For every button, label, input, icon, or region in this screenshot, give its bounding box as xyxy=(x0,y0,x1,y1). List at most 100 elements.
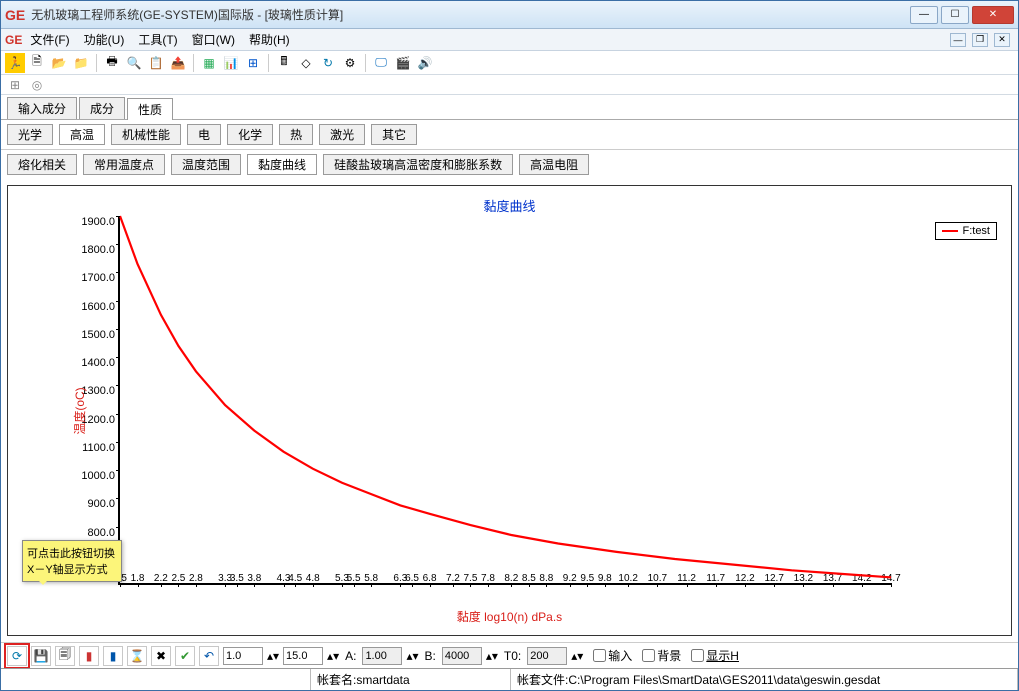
tab-mechanical[interactable]: 机械性能 xyxy=(111,124,181,145)
run-icon[interactable]: 🏃 xyxy=(5,53,25,73)
field-a-stepper[interactable]: ▴▾ xyxy=(406,649,418,663)
x-axis-label: 黏度 log10(n) dPa.s xyxy=(8,608,1011,625)
viscosity-line xyxy=(120,216,891,583)
field-b-stepper[interactable]: ▴▾ xyxy=(486,649,498,663)
menu-function[interactable]: 功能(U) xyxy=(84,31,125,48)
mdi-restore-button[interactable]: ❐ xyxy=(972,33,988,47)
grid-icon[interactable]: ▦ xyxy=(199,53,219,73)
y-tick: 1800.0 xyxy=(81,244,115,256)
tab-optical[interactable]: 光学 xyxy=(7,124,53,145)
chart-icon[interactable]: 📊 xyxy=(221,53,241,73)
field-t0-stepper[interactable]: ▴▾ xyxy=(571,649,583,663)
spin-max[interactable] xyxy=(283,647,323,665)
menubar-logo-icon: GE xyxy=(5,33,22,47)
spin-min-stepper[interactable]: ▴▾ xyxy=(267,649,279,663)
sound-icon[interactable]: 🔊 xyxy=(415,53,435,73)
plot-axes: 700.0800.0900.01000.01100.01200.01300.01… xyxy=(118,216,891,585)
label-b: B: xyxy=(424,649,435,663)
app-window: GE 无机玻璃工程师系统(GE-SYSTEM)国际版 - [玻璃性质计算] — … xyxy=(0,0,1019,691)
app-logo-icon: GE xyxy=(5,7,25,23)
mdi-close-button[interactable]: ✕ xyxy=(994,33,1010,47)
status-empty xyxy=(1,669,311,690)
tab-electric[interactable]: 电 xyxy=(187,124,221,145)
legend: F:test xyxy=(935,222,997,240)
checkbox-show[interactable]: 显示H xyxy=(691,647,739,664)
tab-laser[interactable]: 激光 xyxy=(319,124,365,145)
undo-icon[interactable]: ↶ xyxy=(199,646,219,666)
menu-file[interactable]: 文件(F) xyxy=(30,31,69,48)
copy-icon[interactable]: 🗐 xyxy=(55,646,75,666)
statusbar: 帐套名:smartdata 帐套文件:C:\Program Files\Smar… xyxy=(1,668,1018,690)
tab-high-temp[interactable]: 高温 xyxy=(59,124,105,145)
field-a[interactable] xyxy=(362,647,402,665)
export-icon[interactable]: 📤 xyxy=(168,53,188,73)
menu-help[interactable]: 帮助(H) xyxy=(249,31,290,48)
open-icon[interactable]: 📂 xyxy=(49,53,69,73)
folder-icon[interactable]: 📁 xyxy=(71,53,91,73)
swap-axes-button[interactable]: ⟳ xyxy=(7,646,27,666)
table-icon[interactable]: ⊞ xyxy=(243,53,263,73)
menu-window[interactable]: 窗口(W) xyxy=(192,31,235,48)
spin-max-stepper[interactable]: ▴▾ xyxy=(327,649,339,663)
legend-label: F:test xyxy=(962,225,990,237)
menubar: GE 文件(F) 功能(U) 工具(T) 窗口(W) 帮助(H) — ❐ ✕ xyxy=(1,29,1018,51)
mdi-minimize-button[interactable]: — xyxy=(950,33,966,47)
periodic-icon[interactable]: ⊞ xyxy=(5,75,25,95)
y-tick: 1500.0 xyxy=(81,329,115,341)
tab-composition[interactable]: 成分 xyxy=(79,97,125,119)
toolbar-secondary: ⊞ ◎ xyxy=(1,75,1018,95)
tab-common-temp[interactable]: 常用温度点 xyxy=(83,154,165,175)
minimize-button[interactable]: — xyxy=(910,6,938,24)
label-a: A: xyxy=(345,649,356,663)
checkbox-background[interactable]: 背景 xyxy=(642,647,681,664)
tabs-level3: 熔化相关 常用温度点 温度范围 黏度曲线 硅酸盐玻璃高温密度和膨胀系数 高温电阻 xyxy=(1,150,1018,179)
menu-tools[interactable]: 工具(T) xyxy=(138,31,177,48)
checkbox-input[interactable]: 输入 xyxy=(593,647,632,664)
tab-viscosity-curve[interactable]: 黏度曲线 xyxy=(247,154,317,175)
refresh-icon[interactable]: ↻ xyxy=(318,53,338,73)
erase-icon[interactable]: ◇ xyxy=(296,53,316,73)
new-icon[interactable]: 🗎 xyxy=(27,53,47,73)
tab-high-temp-resist[interactable]: 高温电阻 xyxy=(519,154,589,175)
y-tick: 1900.0 xyxy=(81,216,115,228)
monitor-icon[interactable]: 🖵 xyxy=(371,53,391,73)
bar-icon[interactable]: ▮ xyxy=(79,646,99,666)
tab-other[interactable]: 其它 xyxy=(371,124,417,145)
media-icon[interactable]: 🎬 xyxy=(393,53,413,73)
status-file: 帐套文件:C:\Program Files\SmartData\GES2011\… xyxy=(511,669,1018,690)
tab-properties[interactable]: 性质 xyxy=(127,98,173,120)
hourglass-icon[interactable]: ⌛ xyxy=(127,646,147,666)
tab-temp-range[interactable]: 温度范围 xyxy=(171,154,241,175)
legend-swatch-icon xyxy=(942,230,958,232)
y-tick: 1000.0 xyxy=(81,470,115,482)
chart-title: 黏度曲线 xyxy=(8,196,1011,215)
bar2-icon[interactable]: ▮ xyxy=(103,646,123,666)
preview-icon[interactable]: 🔍 xyxy=(124,53,144,73)
mdi-controls: — ❐ ✕ xyxy=(950,33,1014,47)
toolbar-main: 🏃 🗎 📂 📁 🖶 🔍 📋 📤 ▦ 📊 ⊞ 🖩 ◇ ↻ ⚙ 🖵 🎬 🔊 xyxy=(1,51,1018,75)
field-t0[interactable] xyxy=(527,647,567,665)
tab-chemical[interactable]: 化学 xyxy=(227,124,273,145)
tools-icon[interactable]: ✖ xyxy=(151,646,171,666)
disk-icon[interactable]: 💾 xyxy=(31,646,51,666)
print-icon[interactable]: 🖶 xyxy=(102,53,122,73)
field-b[interactable] xyxy=(442,647,482,665)
check-icon[interactable]: ✔ xyxy=(175,646,195,666)
target-icon[interactable]: ◎ xyxy=(27,75,47,95)
y-tick: 1700.0 xyxy=(81,272,115,284)
spin-min[interactable] xyxy=(223,647,263,665)
tabs-level2: 光学 高温 机械性能 电 化学 热 激光 其它 xyxy=(1,120,1018,150)
maximize-button[interactable]: ☐ xyxy=(941,6,969,24)
y-tick: 900.0 xyxy=(87,498,115,510)
y-tick: 1400.0 xyxy=(81,357,115,369)
y-tick: 1600.0 xyxy=(81,301,115,313)
tab-silicate-density[interactable]: 硅酸盐玻璃高温密度和膨胀系数 xyxy=(323,154,513,175)
tab-thermal[interactable]: 热 xyxy=(279,124,313,145)
bottom-toolbar: ⟳ 💾 🗐 ▮ ▮ ⌛ ✖ ✔ ↶ ▴▾ ▴▾ A: ▴▾ B: ▴▾ T0: … xyxy=(1,642,1018,668)
report-icon[interactable]: 📋 xyxy=(146,53,166,73)
tab-input-composition[interactable]: 输入成分 xyxy=(7,97,77,119)
tab-melting[interactable]: 熔化相关 xyxy=(7,154,77,175)
close-button[interactable]: ✕ xyxy=(972,6,1014,24)
settings-icon[interactable]: ⚙ xyxy=(340,53,360,73)
calc-icon[interactable]: 🖩 xyxy=(274,53,294,73)
